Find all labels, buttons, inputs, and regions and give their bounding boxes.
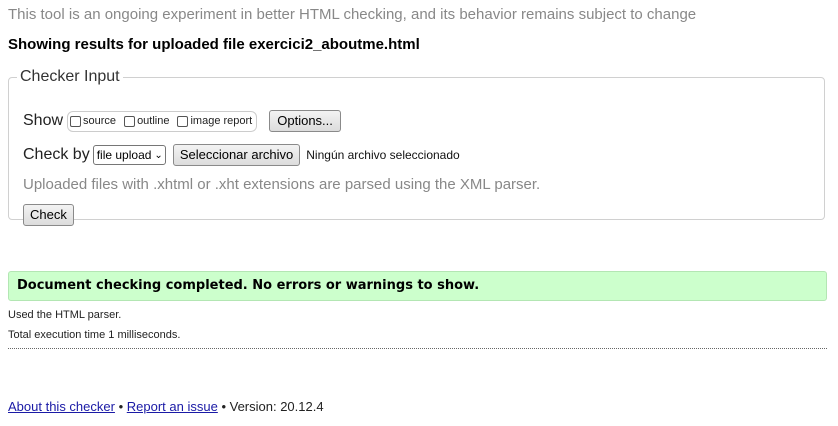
- footer: About this checker • Report an issue • V…: [8, 399, 324, 414]
- outline-label: outline: [137, 115, 170, 127]
- outline-checkbox[interactable]: [124, 115, 136, 127]
- no-file-selected-text: Ningún archivo seleccionado: [306, 148, 460, 162]
- show-options-group: source outline image report: [67, 110, 258, 132]
- version-text: • Version: 20.12.4: [221, 399, 324, 414]
- check-by-row: Check by file upload ⌄ Seleccionar archi…: [23, 144, 460, 166]
- source-checkbox[interactable]: [70, 115, 82, 127]
- choose-file-button[interactable]: Seleccionar archivo: [172, 144, 301, 166]
- execution-time-text: Total execution time 1 milliseconds.: [8, 329, 181, 341]
- check-button[interactable]: Check: [23, 204, 74, 226]
- report-issue-link[interactable]: Report an issue: [127, 399, 218, 414]
- show-image-report-option[interactable]: image report: [177, 115, 252, 127]
- check-by-select[interactable]: file upload ⌄: [92, 145, 166, 165]
- parser-used-text: Used the HTML parser.: [8, 309, 122, 321]
- show-label: Show: [23, 112, 64, 129]
- experimental-notice: This tool is an ongoing experiment in be…: [8, 6, 697, 23]
- divider: [8, 348, 827, 349]
- about-checker-link[interactable]: About this checker: [8, 399, 115, 414]
- checker-input-legend: Checker Input: [20, 68, 120, 85]
- show-source-option[interactable]: source: [70, 115, 116, 127]
- image-report-checkbox[interactable]: [177, 115, 189, 127]
- success-message: Document checking completed. No errors o…: [8, 271, 827, 301]
- checker-input-fieldset: Checker Input Show source outline image …: [8, 68, 825, 226]
- options-button[interactable]: Options...: [269, 110, 341, 132]
- results-heading: Showing results for uploaded file exerci…: [8, 36, 420, 53]
- image-report-label: image report: [190, 115, 253, 127]
- show-outline-option[interactable]: outline: [124, 115, 169, 127]
- check-by-label: Check by: [23, 146, 90, 163]
- check-by-selected-value: file upload: [96, 148, 152, 162]
- xml-parser-hint: Uploaded files with .xhtml or .xht exten…: [23, 176, 541, 193]
- footer-separator: •: [118, 399, 124, 414]
- show-row: Show source outline image report Options…: [23, 110, 341, 132]
- chevron-down-icon: ⌄: [154, 149, 163, 161]
- source-label: source: [83, 115, 117, 127]
